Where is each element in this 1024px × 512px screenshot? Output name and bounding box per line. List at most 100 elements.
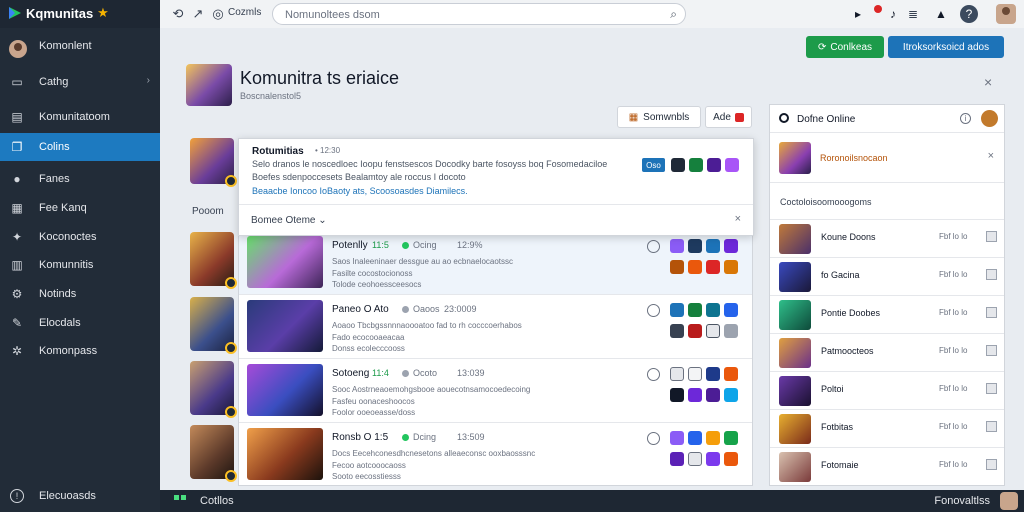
checkbox[interactable] xyxy=(986,307,997,318)
help-icon[interactable]: ? xyxy=(960,5,978,23)
list-item[interactable]: Fotbitas Fbf lo lo xyxy=(770,409,1004,447)
game-icon[interactable] xyxy=(707,158,721,172)
game-icon[interactable] xyxy=(670,452,684,466)
game-icon[interactable] xyxy=(724,452,738,466)
bell-icon[interactable]: ♪ xyxy=(884,4,902,24)
game-icon[interactable] xyxy=(670,431,684,445)
list-item[interactable]: Patmoocteos Fbf lo lo xyxy=(770,333,1004,371)
checkbox[interactable] xyxy=(986,383,997,394)
game-icon[interactable] xyxy=(671,158,685,172)
list-item[interactable]: Potenlly 11:5 Ocing 12:9% Saos Inaleenin… xyxy=(239,231,752,295)
sidebar-item-community[interactable]: ▤ Komunitatoom xyxy=(0,103,160,131)
game-icon[interactable] xyxy=(706,324,720,338)
game-icon[interactable] xyxy=(724,431,738,445)
sidebar-item-colins[interactable]: ❐ Colins xyxy=(0,133,160,161)
close-icon[interactable]: × xyxy=(984,74,992,90)
sidebar-item-komonpass[interactable]: ✲ Komonpass xyxy=(0,337,160,365)
popup-tag[interactable]: Oso xyxy=(642,158,665,172)
avatar[interactable] xyxy=(981,110,998,127)
user-avatar[interactable] xyxy=(996,4,1016,24)
bottom-bar-label[interactable]: Cotllos xyxy=(200,495,234,507)
game-icon[interactable] xyxy=(706,239,720,253)
sidebar-item-fee-kanq[interactable]: ▦ Fee Kanq xyxy=(0,194,160,222)
checkbox[interactable] xyxy=(986,345,997,356)
sidebar-item-komunnitis[interactable]: ▥ Komunnitis xyxy=(0,251,160,279)
sort-button[interactable]: ▦ Somwnbls xyxy=(617,106,701,128)
game-icon[interactable] xyxy=(670,260,684,274)
list-item[interactable]: Poltoi Fbf lo lo xyxy=(770,371,1004,409)
connect-button[interactable]: ⟳ Conlkeas xyxy=(806,36,884,58)
triangle-icon[interactable]: ▲ xyxy=(932,4,950,24)
game-icon[interactable] xyxy=(688,239,702,253)
introduce-button[interactable]: Itroksorksoicd ados xyxy=(888,36,1004,58)
avatar[interactable] xyxy=(1000,492,1018,510)
checkbox[interactable] xyxy=(986,459,997,470)
game-icon[interactable] xyxy=(724,303,738,317)
select-icon[interactable] xyxy=(647,432,660,445)
game-thumbnail[interactable] xyxy=(190,138,237,187)
popup-footer-label[interactable]: Bomee Oteme ⌄ xyxy=(251,215,327,226)
forward-icon[interactable]: ↗ xyxy=(188,4,208,24)
close-icon[interactable]: × xyxy=(988,150,994,162)
game-icon[interactable] xyxy=(670,388,684,402)
game-icon[interactable] xyxy=(688,452,702,466)
game-icon[interactable] xyxy=(724,388,738,402)
game-thumbnail[interactable] xyxy=(190,361,237,418)
bookmark-icon[interactable]: ▸ xyxy=(849,4,867,24)
select-icon[interactable] xyxy=(647,240,660,253)
game-icon[interactable] xyxy=(706,452,720,466)
select-icon[interactable] xyxy=(647,304,660,317)
game-icon[interactable] xyxy=(688,388,702,402)
info-icon[interactable]: i xyxy=(960,113,971,124)
game-thumbnail[interactable] xyxy=(190,232,237,289)
game-icon[interactable] xyxy=(724,324,738,338)
game-icon[interactable] xyxy=(670,303,684,317)
game-icon[interactable] xyxy=(670,324,684,338)
featured-item[interactable]: Roronoilsnocaon × xyxy=(770,139,1004,183)
game-icon[interactable] xyxy=(706,303,720,317)
game-icon[interactable] xyxy=(724,239,738,253)
list-item[interactable]: Fotomaie Fbf lo lo xyxy=(770,447,1004,485)
sidebar-item-koconoctes[interactable]: ✦ Koconoctes xyxy=(0,223,160,251)
search-icon[interactable]: ⌕ xyxy=(670,7,677,22)
game-icon[interactable] xyxy=(724,260,738,274)
game-icon[interactable] xyxy=(688,260,702,274)
game-icon[interactable] xyxy=(725,158,739,172)
game-icon[interactable] xyxy=(706,260,720,274)
url-bar[interactable]: Nomunoltees dsom ⌕ xyxy=(272,3,686,25)
notification-popup[interactable]: Rotumitias • 12:30 Selo dranos le nosced… xyxy=(238,138,754,236)
sidebar-item-profile[interactable]: Komonlent xyxy=(0,32,160,60)
game-icon[interactable] xyxy=(688,367,702,381)
game-icon[interactable] xyxy=(689,158,703,172)
game-icon[interactable] xyxy=(724,367,738,381)
sidebar-item-elocdals[interactable]: ✎ Elocdals xyxy=(0,309,160,337)
checkbox[interactable] xyxy=(986,421,997,432)
add-button[interactable]: Ade xyxy=(705,106,752,128)
game-icon[interactable] xyxy=(706,431,720,445)
select-icon[interactable] xyxy=(647,368,660,381)
game-icon[interactable] xyxy=(688,431,702,445)
checkbox[interactable] xyxy=(986,269,997,280)
popup-link[interactable]: Beaacbe Ioncoo IoBaoty ats, Scoosoasdes … xyxy=(252,186,468,196)
back-icon[interactable]: ⟲ xyxy=(168,4,188,24)
game-icon[interactable] xyxy=(670,239,684,253)
list-item[interactable]: Sotoeng 11:4 Ocoto 13:039 Sooc Aostrneao… xyxy=(239,359,752,423)
list-item[interactable]: Ronsb O 1:5 Dcing 13:509 Docs Eecehcones… xyxy=(239,423,752,487)
list-item[interactable]: Koune Doons Fbf lo lo xyxy=(770,219,1004,257)
sidebar-item-fanes[interactable]: ● Fanes xyxy=(0,165,160,193)
list-item[interactable]: Pontie Doobes Fbf lo lo xyxy=(770,295,1004,333)
list-item[interactable]: Paneo O Ato Oaoos 23:0009 Aoaoo Tbcbgssn… xyxy=(239,295,752,359)
bottom-bar-user[interactable]: Fonovaltlss xyxy=(934,495,990,507)
game-icon[interactable] xyxy=(670,367,684,381)
game-icon[interactable] xyxy=(706,388,720,402)
list-icon[interactable]: ≣ xyxy=(904,4,922,24)
sidebar-item-notinds[interactable]: ⚙ Notinds xyxy=(0,280,160,308)
game-thumbnail[interactable] xyxy=(190,425,237,482)
game-icon[interactable] xyxy=(706,367,720,381)
game-icon[interactable] xyxy=(688,324,702,338)
sidebar-item-catalog[interactable]: ▭ Cathg › xyxy=(0,68,160,96)
tab-label[interactable]: Cozmls xyxy=(228,7,261,18)
game-thumbnail[interactable] xyxy=(190,297,237,354)
list-item[interactable]: fo Gacina Fbf lo lo xyxy=(770,257,1004,295)
controller-icon[interactable] xyxy=(174,495,188,507)
